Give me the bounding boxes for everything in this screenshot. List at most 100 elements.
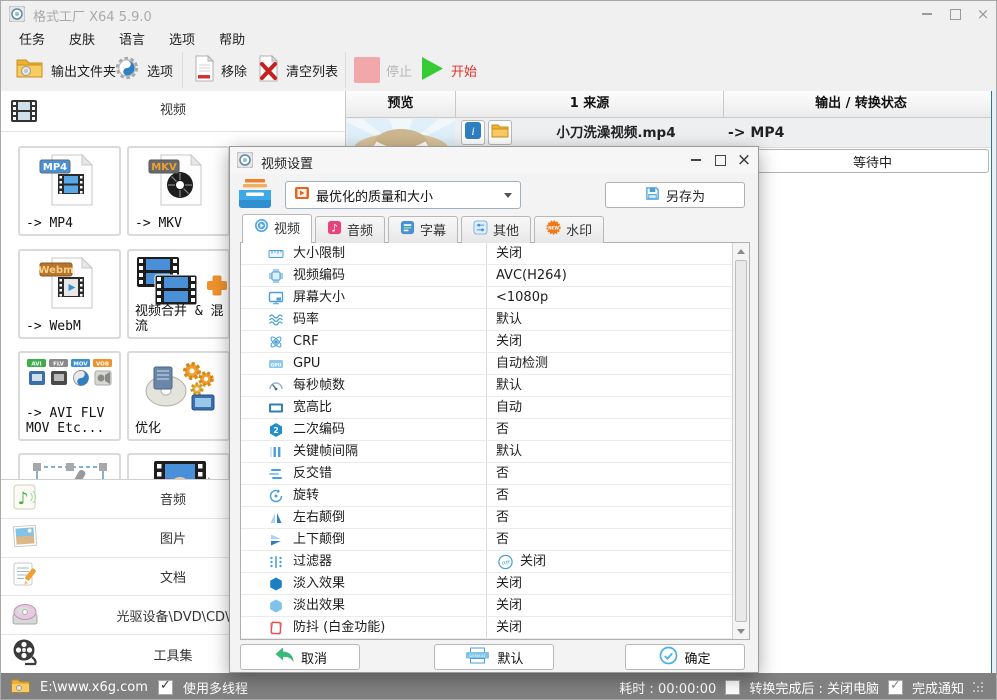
menu-item-2[interactable]: 语言	[119, 29, 145, 48]
mkv-file-icon: MKV	[129, 152, 228, 210]
setting-row-crf[interactable]: CRF 关闭	[241, 331, 732, 353]
default-printer-icon: DEFAULT	[464, 647, 491, 668]
setting-row-flip-vertical[interactable]: 上下颠倒 否	[241, 529, 732, 551]
format-cell-mp4[interactable]: MP4 -> MP4	[18, 146, 121, 236]
setting-row-screen-size[interactable]: 屏幕大小 <1080p	[241, 287, 732, 309]
menu-item-0[interactable]: 任务	[19, 29, 45, 48]
setting-label: 旋转	[293, 488, 320, 503]
notify-checkbox[interactable]	[887, 678, 903, 695]
minimize-button[interactable]	[914, 1, 940, 27]
off-badge-icon: off	[496, 554, 515, 570]
format-cell-merge[interactable]: 视频合并 & 混流	[127, 249, 230, 339]
setting-value: AVC(H264)	[496, 268, 567, 283]
dialog-title: 视频设置	[261, 157, 314, 172]
statusbar-right: 耗时 : 00:00:00 转换完成后 : 关闭电脑 完成通知	[619, 678, 996, 697]
remove-button[interactable]: 移除	[193, 49, 247, 91]
queue-header-source[interactable]: 1 来源	[456, 91, 724, 118]
setting-value: 自动	[496, 400, 523, 415]
format-cell-optimize[interactable]: 优化	[127, 351, 230, 441]
setting-row-keyframe-interval[interactable]: 关键帧间隔 默认	[241, 441, 732, 463]
queue-row[interactable]: i 小刀洗澡视频.mp4 -> MP4	[341, 118, 996, 167]
setting-row-fps[interactable]: 每秒帧数 默认	[241, 375, 732, 397]
toolbar-separator	[345, 52, 346, 88]
ok-button[interactable]: 确定	[625, 644, 745, 670]
dialog-scrollbar[interactable]	[732, 243, 749, 639]
clear-list-button[interactable]: 清空列表	[256, 49, 338, 91]
scroll-down-icon[interactable]	[733, 623, 749, 639]
two-pass-icon: 2	[267, 421, 285, 438]
setting-row-flip-horizontal[interactable]: 左右颠倒 否	[241, 507, 732, 529]
resize-grip[interactable]	[973, 681, 984, 693]
open-folder-button[interactable]	[488, 120, 512, 145]
setting-row-fade-in[interactable]: 淡入效果 关闭	[241, 573, 732, 595]
video-section-header[interactable]: 视频	[1, 91, 345, 132]
profile-selected-value: 最优化的质量和大小	[316, 189, 434, 205]
tab-2[interactable]: 字幕	[388, 216, 459, 243]
setting-row-fade-out[interactable]: 淡出效果 关闭	[241, 595, 732, 617]
media-info-button[interactable]: i	[461, 120, 485, 145]
tab-label: 音频	[347, 224, 374, 239]
svg-text:NEW: NEW	[548, 225, 559, 230]
setting-value: 否	[496, 510, 510, 525]
stop-button[interactable]: 停止	[354, 49, 412, 91]
options-gear-icon	[113, 54, 141, 86]
setting-row-stabilize[interactable]: 防抖 (白金功能) 关闭	[241, 617, 732, 639]
format-cell-mkv[interactable]: MKV -> MKV	[127, 146, 230, 236]
maximize-button[interactable]	[942, 1, 968, 27]
dialog-close-button[interactable]: ×	[735, 151, 753, 169]
setting-row-bitrate[interactable]: 码率 默认	[241, 309, 732, 331]
format-cell-avi-flv[interactable]: AVI FLV MOV VOB -> AVI FLV MOV Etc...	[18, 351, 121, 441]
scrollbar-thumb[interactable]	[735, 260, 747, 622]
output-path[interactable]: E:\www.x6g.com	[40, 680, 148, 695]
scroll-up-icon[interactable]	[733, 243, 749, 259]
save-as-button[interactable]: 另存为	[605, 182, 745, 208]
setting-row-deinterlace[interactable]: 反交错 否	[241, 463, 732, 485]
cancel-button[interactable]: 取消	[240, 644, 360, 670]
options-label: 选项	[147, 64, 174, 80]
format-cell-webm[interactable]: Webm -> WebM	[18, 249, 121, 339]
screen-size-icon	[267, 289, 285, 306]
menu-item-4[interactable]: 帮助	[219, 29, 245, 48]
target-format: MP4	[750, 125, 785, 141]
queue-header-preview[interactable]: 预览	[346, 91, 456, 118]
dialog-title-bar: 视频设置 ×	[230, 147, 758, 174]
format-cell-label: 视频合并 & 混流	[135, 304, 224, 334]
setting-row-two-pass[interactable]: 2 二次编码 否	[241, 419, 732, 441]
setting-value: 否	[496, 488, 510, 503]
video-section-label: 视频	[159, 103, 186, 118]
setting-row-rotate[interactable]: 旋转 否	[241, 485, 732, 507]
tab-1[interactable]: ♪ 音频	[315, 216, 386, 243]
setting-value: off 关闭	[496, 551, 546, 572]
shutdown-after-label: 转换完成后 : 关闭电脑	[749, 681, 879, 697]
default-button[interactable]: DEFAULT 默认	[434, 644, 554, 670]
start-label: 开始	[451, 64, 478, 80]
menu-item-1[interactable]: 皮肤	[69, 29, 95, 48]
start-button[interactable]: 开始	[418, 49, 477, 91]
tab-4[interactable]: NEW 水印	[534, 216, 605, 243]
tab-0[interactable]: 视频	[242, 214, 313, 243]
output-folder-button[interactable]: 输出文件夹	[15, 49, 116, 91]
setting-label: 淡入效果	[293, 576, 346, 591]
setting-row-aspect-ratio[interactable]: 宽高比 自动	[241, 397, 732, 419]
gpu-icon: GPU	[267, 355, 285, 372]
options-button[interactable]: 选项	[113, 49, 173, 91]
setting-row-size-limit[interactable]: 大小限制 关闭	[241, 243, 732, 265]
tab-3[interactable]: 其他	[461, 216, 532, 243]
dialog-minimize-button[interactable]	[687, 151, 705, 169]
notify-label: 完成通知	[911, 681, 964, 697]
close-button[interactable]: ×	[970, 1, 996, 27]
setting-row-video-codec[interactable]: 视频编码 AVC(H264)	[241, 265, 732, 287]
queue-header-output[interactable]: 输出 / 转换状态	[724, 91, 996, 118]
window-title: 格式工厂 X64 5.9.0	[33, 10, 152, 25]
multithread-checkbox[interactable]	[157, 678, 173, 695]
stabilize-icon	[267, 619, 285, 636]
mp4-badge-text: MP4	[42, 162, 66, 173]
setting-label: 淡出效果	[293, 598, 346, 613]
setting-row-gpu[interactable]: GPU GPU 自动检测	[241, 353, 732, 375]
output-path-folder-icon[interactable]	[11, 678, 30, 697]
menu-item-3[interactable]: 选项	[169, 29, 195, 48]
shutdown-after-checkbox[interactable]	[725, 679, 741, 695]
setting-row-filter[interactable]: 过滤器 off 关闭	[241, 551, 732, 573]
profile-dropdown[interactable]: 最优化的质量和大小	[285, 181, 521, 209]
dialog-maximize-button[interactable]	[711, 151, 729, 169]
